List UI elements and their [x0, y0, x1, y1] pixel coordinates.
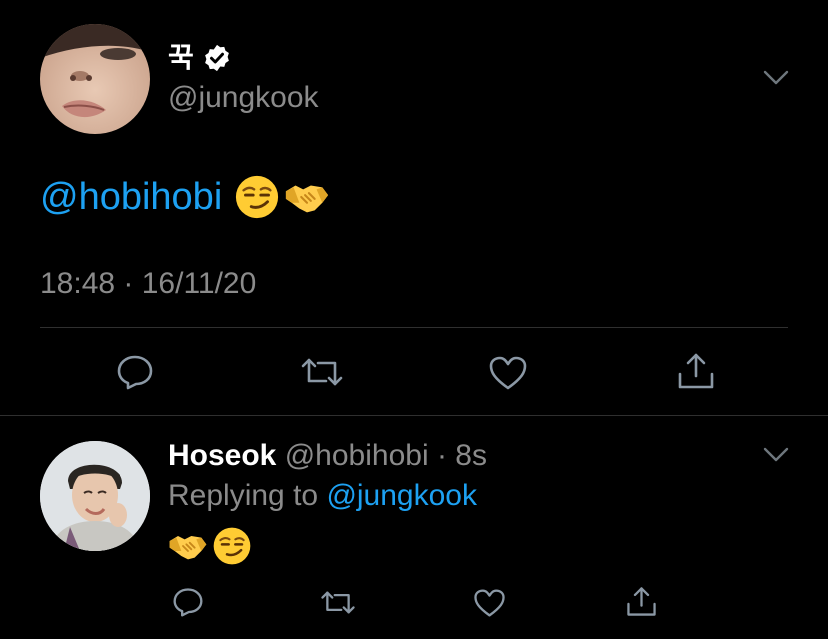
replying-to-label: Replying to — [168, 479, 327, 512]
jungkook-avatar[interactable] — [40, 24, 150, 134]
hoseok-avatar[interactable] — [40, 441, 150, 551]
reply-text — [168, 526, 252, 566]
retweet-icon[interactable] — [320, 589, 356, 616]
verified-badge-icon — [204, 44, 229, 72]
handshake-emoji-icon — [169, 536, 207, 560]
share-icon[interactable] — [676, 352, 716, 390]
reply-icon[interactable] — [116, 354, 154, 390]
reply-age[interactable]: 8s — [455, 439, 487, 472]
reply-author-name[interactable]: Hoseok — [168, 439, 276, 472]
tweet-text: @hobihobi — [40, 174, 330, 220]
like-heart-icon[interactable] — [488, 355, 528, 391]
smirking-face-emoji-icon — [213, 527, 251, 565]
divider — [40, 327, 788, 328]
reply-author-handle[interactable]: @hobihobi — [285, 439, 429, 472]
author-handle[interactable]: @jungkook — [168, 80, 319, 116]
replying-to-line: Replying to @jungkook — [168, 478, 477, 514]
author-name-row: 꾹 — [168, 41, 232, 75]
retweet-icon[interactable] — [300, 356, 344, 388]
like-heart-icon[interactable] — [473, 588, 506, 618]
replying-to-mention[interactable]: @jungkook — [326, 479, 477, 512]
tweet-separator — [0, 415, 828, 416]
reply-icon[interactable] — [172, 587, 204, 617]
reply-header: Hoseok @hobihobi · 8s — [168, 438, 487, 474]
smirking-face-emoji-icon — [236, 175, 279, 219]
tweet-screen: 꾹 @jungkook @hobihobi 18:48 · 16/11/20 H… — [0, 0, 828, 639]
share-icon[interactable] — [625, 586, 658, 617]
tweet-timestamp[interactable]: 18:48 · 16/11/20 — [40, 266, 256, 302]
chevron-down-icon[interactable] — [763, 447, 789, 463]
mention-link[interactable]: @hobihobi — [40, 175, 222, 219]
chevron-down-icon[interactable] — [763, 70, 789, 86]
handshake-emoji-icon — [286, 185, 329, 213]
author-display-name[interactable]: 꾹 — [168, 41, 194, 75]
reply-separator: · — [428, 439, 456, 472]
